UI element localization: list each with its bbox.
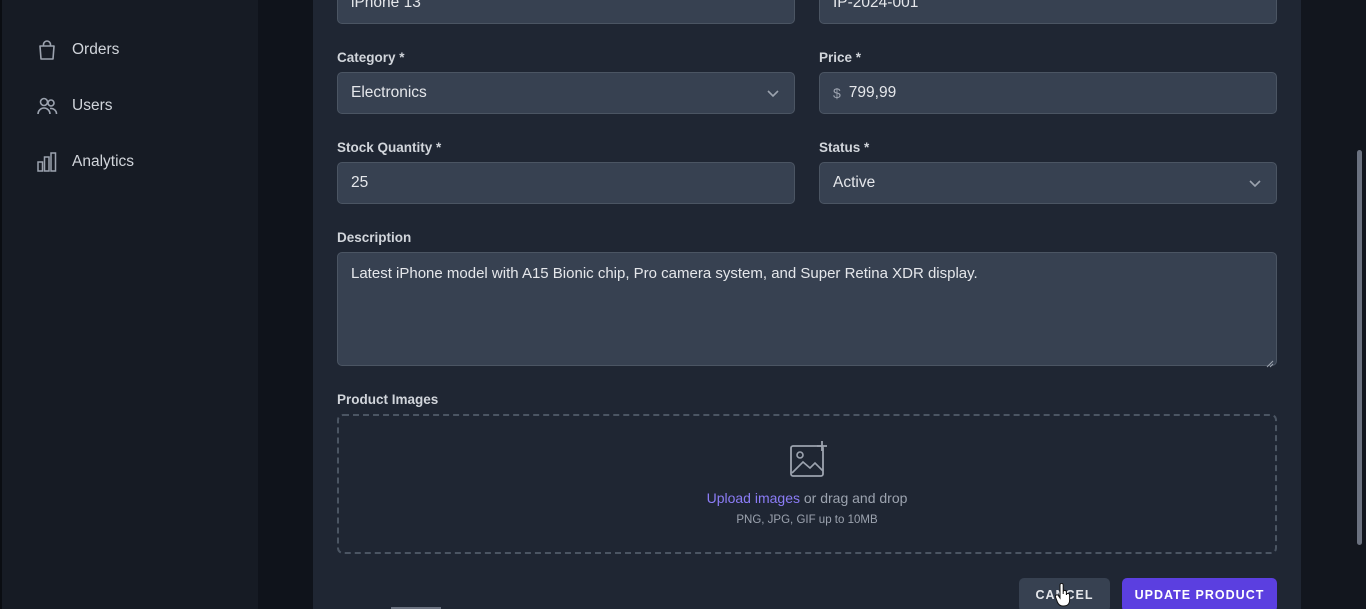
category-select[interactable]: Electronics [337, 72, 795, 114]
image-dropzone[interactable]: Upload images or drag and drop PNG, JPG,… [337, 414, 1277, 554]
drag-drop-text: or drag and drop [799, 490, 908, 506]
price-field[interactable]: $ 799,99 [819, 72, 1277, 114]
price-label: Price * [819, 50, 862, 65]
sku-field[interactable]: IP-2024-001 [819, 0, 1277, 24]
status-label: Status * [819, 140, 870, 155]
image-add-icon [789, 440, 829, 478]
bar-chart-icon [36, 151, 58, 173]
product-name-field[interactable]: iPhone 13 [337, 0, 795, 24]
sidebar-item-orders[interactable]: Orders [36, 38, 119, 62]
upload-instructions: Upload images or drag and drop [339, 490, 1275, 506]
status-value: Active [833, 174, 876, 191]
upload-images-link[interactable]: Upload images [707, 490, 800, 506]
upload-hint: PNG, JPG, GIF up to 10MB [736, 514, 878, 526]
description-textarea[interactable]: Latest iPhone model with A15 Bionic chip… [337, 252, 1277, 368]
category-label: Category * [337, 50, 405, 65]
sidebar-item-partial[interactable] [36, 0, 126, 4]
users-icon [36, 95, 58, 117]
sidebar: Orders Users Analytics [0, 0, 258, 609]
stock-label: Stock Quantity * [337, 140, 442, 155]
scrollbar-thumb[interactable] [1357, 150, 1362, 545]
hand-pointer-icon [1054, 582, 1073, 607]
category-value: Electronics [351, 84, 427, 101]
status-select[interactable]: Active [819, 162, 1277, 204]
chevron-down-icon [1248, 176, 1262, 190]
sku-value: IP-2024-001 [833, 0, 919, 11]
shopping-bag-icon [36, 39, 58, 61]
price-value: 799,99 [848, 84, 897, 101]
update-product-button[interactable]: UPDATE PRODUCT [1122, 578, 1277, 609]
sidebar-item-users[interactable]: Users [36, 94, 112, 118]
stock-value: 25 [351, 174, 369, 191]
product-name-value: iPhone 13 [351, 0, 421, 11]
images-label: Product Images [337, 392, 439, 407]
description-value: Latest iPhone model with A15 Bionic chip… [351, 265, 978, 282]
description-label: Description [337, 230, 412, 245]
sidebar-item-analytics[interactable]: Analytics [36, 150, 134, 174]
sidebar-item-label: Users [72, 97, 113, 114]
stock-quantity-field[interactable]: 25 [337, 162, 795, 204]
page-gutter [258, 0, 313, 609]
currency-prefix: $ [833, 85, 841, 101]
sidebar-item-label: Orders [72, 41, 120, 58]
resize-handle-icon[interactable] [1266, 355, 1274, 368]
chevron-down-icon [766, 86, 780, 100]
sidebar-item-label: Analytics [72, 153, 135, 170]
partial-icon [36, 0, 126, 4]
